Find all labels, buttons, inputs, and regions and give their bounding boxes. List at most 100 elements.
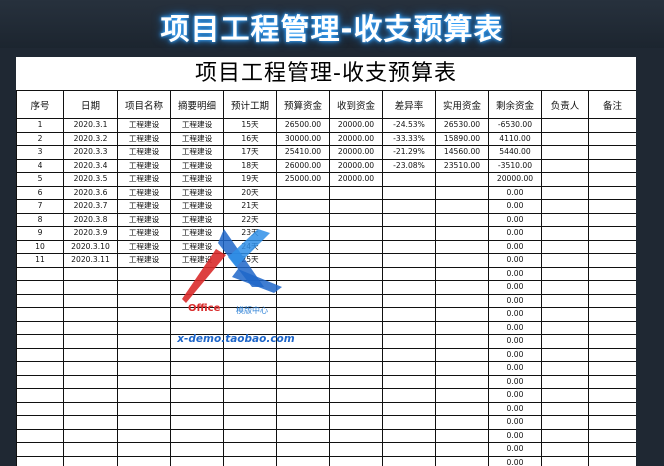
cell-col-summary[interactable] bbox=[170, 347, 224, 362]
cell-col-index[interactable] bbox=[16, 388, 64, 403]
cell-col-remaining[interactable]: 0.00 bbox=[488, 280, 542, 295]
cell-col-remaining[interactable]: 0.00 bbox=[488, 455, 542, 466]
cell-col-duration[interactable]: 25天 bbox=[223, 253, 277, 268]
cell-col-owner[interactable] bbox=[541, 428, 589, 443]
cell-col-duration[interactable] bbox=[223, 320, 277, 335]
cell-col-variance[interactable] bbox=[382, 226, 436, 241]
cell-col-remaining[interactable]: 0.00 bbox=[488, 199, 542, 214]
cell-col-summary[interactable] bbox=[170, 428, 224, 443]
cell-col-actual[interactable]: 26530.00 bbox=[435, 118, 489, 133]
cell-col-remaining[interactable]: 0.00 bbox=[488, 239, 542, 254]
cell-col-duration[interactable]: 16天 bbox=[223, 131, 277, 146]
cell-col-index[interactable]: 2 bbox=[16, 131, 64, 146]
cell-col-budget[interactable] bbox=[276, 442, 330, 457]
cell-col-owner[interactable] bbox=[541, 145, 589, 160]
cell-col-owner[interactable] bbox=[541, 320, 589, 335]
cell-col-duration[interactable]: 22天 bbox=[223, 212, 277, 227]
cell-col-owner[interactable] bbox=[541, 266, 589, 281]
cell-col-budget[interactable] bbox=[276, 401, 330, 416]
cell-col-actual[interactable] bbox=[435, 199, 489, 214]
header-col-summary[interactable]: 摘要明细 bbox=[170, 90, 224, 119]
cell-col-index[interactable]: 10 bbox=[16, 239, 64, 254]
cell-col-variance[interactable] bbox=[382, 442, 436, 457]
cell-col-variance[interactable] bbox=[382, 253, 436, 268]
cell-col-notes[interactable] bbox=[588, 199, 636, 214]
header-col-actual[interactable]: 实用资金 bbox=[435, 90, 489, 119]
cell-col-variance[interactable]: -21.29% bbox=[382, 145, 436, 160]
cell-col-project-name[interactable] bbox=[117, 320, 171, 335]
cell-col-received[interactable]: 20000.00 bbox=[329, 131, 383, 146]
cell-col-date[interactable]: 2020.3.7 bbox=[63, 199, 118, 214]
cell-col-budget[interactable] bbox=[276, 361, 330, 376]
cell-col-notes[interactable] bbox=[588, 145, 636, 160]
cell-col-actual[interactable] bbox=[435, 320, 489, 335]
cell-col-date[interactable]: 2020.3.4 bbox=[63, 158, 118, 173]
cell-col-project-name[interactable] bbox=[117, 401, 171, 416]
cell-col-budget[interactable] bbox=[276, 199, 330, 214]
cell-col-variance[interactable] bbox=[382, 172, 436, 187]
cell-col-owner[interactable] bbox=[541, 131, 589, 146]
cell-col-duration[interactable]: 17天 bbox=[223, 145, 277, 160]
cell-col-actual[interactable] bbox=[435, 455, 489, 466]
cell-col-index[interactable] bbox=[16, 428, 64, 443]
cell-col-notes[interactable] bbox=[588, 442, 636, 457]
header-col-variance[interactable]: 差异率 bbox=[382, 90, 436, 119]
cell-col-duration[interactable] bbox=[223, 347, 277, 362]
cell-col-project-name[interactable] bbox=[117, 428, 171, 443]
cell-col-duration[interactable] bbox=[223, 266, 277, 281]
cell-col-summary[interactable]: 工程建设 bbox=[170, 131, 224, 146]
cell-col-remaining[interactable]: 0.00 bbox=[488, 253, 542, 268]
cell-col-notes[interactable] bbox=[588, 374, 636, 389]
cell-col-summary[interactable]: 工程建设 bbox=[170, 253, 224, 268]
cell-col-variance[interactable] bbox=[382, 266, 436, 281]
cell-col-index[interactable] bbox=[16, 320, 64, 335]
cell-col-owner[interactable] bbox=[541, 212, 589, 227]
header-col-index[interactable]: 序号 bbox=[16, 90, 64, 119]
cell-col-notes[interactable] bbox=[588, 401, 636, 416]
cell-col-date[interactable]: 2020.3.11 bbox=[63, 253, 118, 268]
cell-col-received[interactable] bbox=[329, 226, 383, 241]
cell-col-actual[interactable] bbox=[435, 212, 489, 227]
cell-col-remaining[interactable]: 0.00 bbox=[488, 293, 542, 308]
cell-col-duration[interactable] bbox=[223, 388, 277, 403]
cell-col-notes[interactable] bbox=[588, 239, 636, 254]
cell-col-received[interactable] bbox=[329, 212, 383, 227]
cell-col-index[interactable] bbox=[16, 455, 64, 466]
cell-col-project-name[interactable]: 工程建设 bbox=[117, 145, 171, 160]
cell-col-notes[interactable] bbox=[588, 185, 636, 200]
cell-col-owner[interactable] bbox=[541, 307, 589, 322]
cell-col-actual[interactable] bbox=[435, 374, 489, 389]
cell-col-date[interactable]: 2020.3.5 bbox=[63, 172, 118, 187]
cell-col-date[interactable]: 2020.3.8 bbox=[63, 212, 118, 227]
cell-col-remaining[interactable]: 4110.00 bbox=[488, 131, 542, 146]
cell-col-received[interactable] bbox=[329, 334, 383, 349]
cell-col-actual[interactable] bbox=[435, 293, 489, 308]
cell-col-summary[interactable]: 工程建设 bbox=[170, 239, 224, 254]
cell-col-notes[interactable] bbox=[588, 320, 636, 335]
cell-col-remaining[interactable]: -3510.00 bbox=[488, 158, 542, 173]
cell-col-notes[interactable] bbox=[588, 388, 636, 403]
cell-col-project-name[interactable]: 工程建设 bbox=[117, 118, 171, 133]
cell-col-duration[interactable] bbox=[223, 361, 277, 376]
cell-col-received[interactable] bbox=[329, 347, 383, 362]
cell-col-variance[interactable] bbox=[382, 307, 436, 322]
cell-col-index[interactable]: 5 bbox=[16, 172, 64, 187]
cell-col-summary[interactable] bbox=[170, 374, 224, 389]
cell-col-duration[interactable] bbox=[223, 334, 277, 349]
cell-col-summary[interactable] bbox=[170, 334, 224, 349]
cell-col-summary[interactable] bbox=[170, 401, 224, 416]
cell-col-date[interactable] bbox=[63, 307, 118, 322]
cell-col-summary[interactable]: 工程建设 bbox=[170, 226, 224, 241]
cell-col-remaining[interactable]: 20000.00 bbox=[488, 172, 542, 187]
cell-col-variance[interactable] bbox=[382, 347, 436, 362]
cell-col-owner[interactable] bbox=[541, 415, 589, 430]
cell-col-index[interactable] bbox=[16, 401, 64, 416]
cell-col-received[interactable] bbox=[329, 428, 383, 443]
cell-col-date[interactable] bbox=[63, 428, 118, 443]
cell-col-duration[interactable] bbox=[223, 401, 277, 416]
cell-col-project-name[interactable]: 工程建设 bbox=[117, 212, 171, 227]
cell-col-remaining[interactable]: 0.00 bbox=[488, 428, 542, 443]
cell-col-budget[interactable] bbox=[276, 212, 330, 227]
cell-col-notes[interactable] bbox=[588, 172, 636, 187]
cell-col-received[interactable] bbox=[329, 253, 383, 268]
